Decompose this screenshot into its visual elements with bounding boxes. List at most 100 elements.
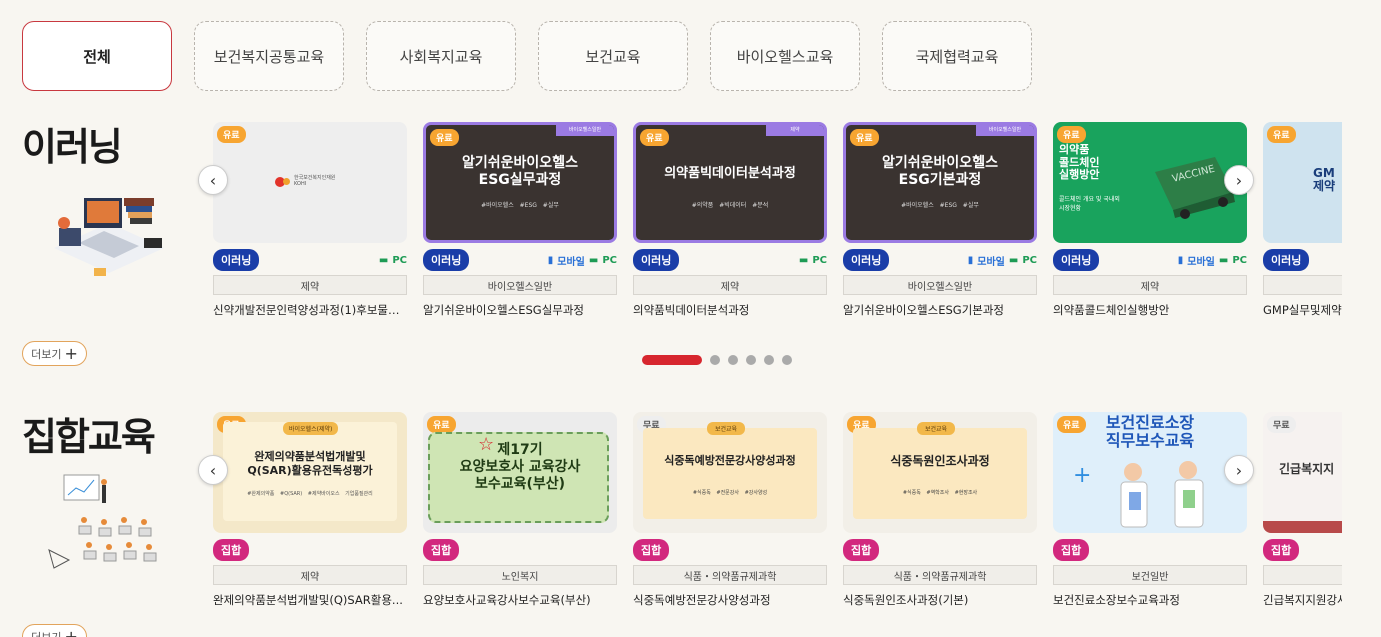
- course-thumbnail: 무료 보건교육 식중독예방전문강사양성과정 #식중독 #전문강사 #강사양성: [633, 412, 827, 533]
- group-more-button[interactable]: 더보기 +: [22, 624, 87, 637]
- tab-social-welfare[interactable]: 사회복지교육: [366, 21, 516, 91]
- pagination-dot[interactable]: [782, 355, 792, 365]
- course-thumbnail: 유료 한국보건복지인재원 KOHI: [213, 122, 407, 243]
- category-label: 바이오헬스일반: [843, 275, 1037, 295]
- category-label: [1263, 275, 1342, 295]
- thumb-tag: 보건교육: [917, 422, 956, 435]
- type-badge: 집합: [1053, 539, 1090, 561]
- pagination-dot[interactable]: [710, 355, 720, 365]
- course-card[interactable]: 유료 바이오헬스(제약) 완제의약품분석법개발및 Q(SAR)활용유전독성평가 …: [213, 412, 407, 608]
- tab-all[interactable]: 전체: [22, 21, 172, 91]
- course-thumbnail: 유료 바이오헬스(제약) 완제의약품분석법개발및 Q(SAR)활용유전독성평가 …: [213, 412, 407, 533]
- thumbnail-title: 알기쉬운바이오헬스 ESG실무과정: [462, 155, 578, 188]
- category-label: 노인복지: [423, 565, 617, 585]
- course-thumbnail: 무료 긴급복지지: [1263, 412, 1342, 533]
- section-title: 이러닝: [22, 125, 123, 169]
- course-title: 알기쉬운바이오헬스ESG실무과정: [423, 303, 585, 317]
- elearning-next-arrow[interactable]: ›: [1224, 165, 1254, 195]
- thumbnail-title: GM 제약: [1313, 166, 1336, 194]
- pagination-dot[interactable]: [728, 355, 738, 365]
- elearning-prev-arrow[interactable]: ‹: [198, 165, 228, 195]
- mobile-icon: ▮: [1177, 254, 1184, 266]
- type-badge: 이러닝: [1053, 249, 1100, 271]
- platform-info: ▬ PC: [378, 254, 407, 266]
- course-card[interactable]: 유료 ☆ 제17기 요양보호사 교육강사 보수교육(부산) 집합 노인복지 요양…: [423, 412, 617, 608]
- tab-common[interactable]: 보건복지공통교육: [194, 21, 344, 91]
- type-badge: 집합: [843, 539, 880, 561]
- pagination-dot[interactable]: [746, 355, 756, 365]
- course-title: 식중독원인조사과정(기본): [843, 593, 969, 607]
- thumbnail-title: 식중독원인조사과정: [890, 454, 990, 468]
- thumbnail-title: 식중독예방전문강사양성과정: [664, 454, 796, 467]
- platform-info: ▮ 모바일 ▬ PC: [547, 254, 617, 268]
- category-label: [1263, 565, 1342, 585]
- course-card[interactable]: 무료 긴급복지지 집합 긴급복지지원강사...: [1263, 412, 1342, 608]
- thumbnail-tags: #의약품 #빅데이터 #분석: [691, 202, 769, 209]
- classroom-illustration: [48, 474, 157, 569]
- course-card[interactable]: 유료 보건교육 식중독원인조사과정 #식중독 #역학조사 #현장조사 집합 식품…: [843, 412, 1037, 608]
- kohi-logo: 한국보건복지인재원 KOHI: [275, 175, 335, 187]
- course-title: 알기쉬운바이오헬스ESG기본과정: [843, 303, 1005, 317]
- type-badge: 이러닝: [633, 249, 680, 271]
- platform-info: ▮ 모바일 ▬ PC: [967, 254, 1037, 268]
- course-thumbnail: 유료 의약품 콜드체인 실행방안 콜드체인 개요 및 국내외 시장현황 VACC…: [1053, 122, 1247, 243]
- course-title: GMP실무및제약: [1263, 303, 1342, 317]
- group-next-arrow[interactable]: ›: [1224, 455, 1254, 485]
- pagination-dot[interactable]: [642, 355, 702, 365]
- pc-icon: ▬: [1218, 254, 1229, 266]
- course-card[interactable]: 유료 GM 제약 이러닝 GMP실무및제약: [1263, 122, 1342, 318]
- type-badge: 이러닝: [213, 249, 260, 271]
- course-title: 의약품콜드체인실행방안: [1053, 303, 1170, 317]
- course-title: 긴급복지지원강사...: [1263, 593, 1342, 607]
- platform-info: ▮ 모바일 ▬ PC: [1177, 254, 1247, 268]
- svg-text:+: +: [1073, 463, 1091, 488]
- pc-icon: ▬: [378, 254, 389, 266]
- tab-international[interactable]: 국제협력교육: [882, 21, 1032, 91]
- course-title: 의약품빅데이터분석과정: [633, 303, 750, 317]
- course-title: 보건진료소장보수교육과정: [1053, 593, 1180, 607]
- course-card[interactable]: 무료 보건교육 식중독예방전문강사양성과정 #식중독 #전문강사 #강사양성 집…: [633, 412, 827, 608]
- fee-badge: 유료: [430, 129, 459, 146]
- course-title: 식중독예방전문강사양성과정: [633, 593, 771, 607]
- fee-badge: 유료: [850, 129, 879, 146]
- fee-badge: 유료: [640, 129, 669, 146]
- thumb-tag: 보건교육: [707, 422, 746, 435]
- thumbnail-title: 제17기 요양보호사 교육강사 보수교육(부산): [459, 442, 581, 492]
- course-title: 요양보호사교육강사보수교육(부산): [423, 593, 591, 607]
- course-thumbnail: 유료 GM 제약: [1263, 122, 1342, 243]
- mobile-icon: ▮: [547, 254, 554, 266]
- thumb-tag: 바이오헬스일반: [976, 125, 1034, 136]
- type-badge: 이러닝: [1263, 249, 1310, 271]
- pagination-dot[interactable]: [764, 355, 774, 365]
- pc-icon: ▬: [798, 254, 809, 266]
- course-card[interactable]: 유료 제약 의약품빅데이터분석과정 #의약품 #빅데이터 #분석 이러닝 ▬ PC…: [633, 122, 827, 318]
- course-card[interactable]: 유료 바이오헬스일반 알기쉬운바이오헬스 ESG기본과정 #바이오헬스 #ESG…: [843, 122, 1037, 318]
- group-prev-arrow[interactable]: ‹: [198, 455, 228, 485]
- category-tabs: 전체 보건복지공통교육 사회복지교육 보건교육 바이오헬스교육 국제협력교육: [22, 21, 1032, 91]
- fee-badge: 유료: [427, 416, 456, 433]
- category-label: 식품・의약품규제과학: [843, 565, 1037, 585]
- elearning-more-button[interactable]: 더보기 +: [22, 341, 87, 366]
- tab-biohealth[interactable]: 바이오헬스교육: [710, 21, 860, 91]
- course-card[interactable]: 유료 한국보건복지인재원 KOHI 이러닝 ▬ PC 제약 신약개발전문인력양성과…: [213, 122, 407, 318]
- section-title: 집합교육: [22, 415, 156, 459]
- course-card[interactable]: 유료 보건진료소장 직무보수교육 + 집합 보건일반 보건진료소장보수교육과정: [1053, 412, 1247, 608]
- thumbnail-title: 긴급복지지: [1279, 462, 1335, 476]
- pc-icon: ▬: [588, 254, 599, 266]
- course-title: 완제의약품분석법개발및(Q)SAR활용...: [213, 593, 403, 607]
- thumbnail-subtitle: 콜드체인 개요 및 국내외 시장현황: [1059, 196, 1120, 212]
- course-thumbnail: 유료 바이오헬스일반 알기쉬운바이오헬스 ESG기본과정 #바이오헬스 #ESG…: [843, 122, 1037, 243]
- course-card[interactable]: 유료 바이오헬스일반 알기쉬운바이오헬스 ESG실무과정 #바이오헬스 #ESG…: [423, 122, 617, 318]
- course-thumbnail: 유료 바이오헬스일반 알기쉬운바이오헬스 ESG실무과정 #바이오헬스 #ESG…: [423, 122, 617, 243]
- thumbnail-title: 의약품빅데이터분석과정: [664, 166, 796, 181]
- thumbnail-title: 완제의약품분석법개발및 Q(SAR)활용유전독성평가: [247, 450, 373, 477]
- tab-health[interactable]: 보건교육: [538, 21, 688, 91]
- carousel-pagination: [642, 355, 792, 365]
- course-thumbnail: 유료 보건교육 식중독원인조사과정 #식중독 #역학조사 #현장조사: [843, 412, 1037, 533]
- category-label: 바이오헬스일반: [423, 275, 617, 295]
- thumbnail-title: 의약품 콜드체인 실행방안: [1059, 143, 1100, 182]
- type-badge: 이러닝: [843, 249, 890, 271]
- course-card[interactable]: 유료 의약품 콜드체인 실행방안 콜드체인 개요 및 국내외 시장현황 VACC…: [1053, 122, 1247, 318]
- category-label: 제약: [213, 275, 407, 295]
- thumbnail-tags: #바이오헬스 #ESG #실무: [481, 202, 559, 209]
